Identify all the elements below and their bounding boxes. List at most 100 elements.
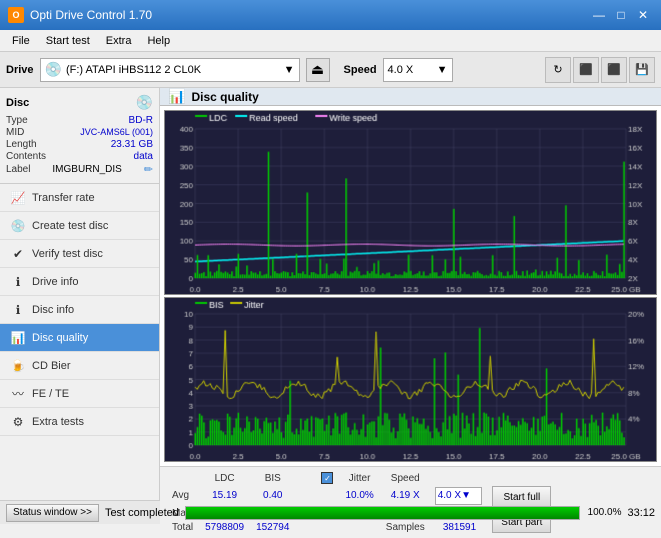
- total-ldc: 5798809: [199, 520, 250, 534]
- nav-label-drive-info: Drive info: [32, 276, 78, 288]
- menu-help[interactable]: Help: [139, 33, 178, 49]
- toolbar-icons: ↻ ⬛ ⬛ 💾: [545, 57, 655, 83]
- speed-select-arrow: ▼: [461, 490, 471, 501]
- create-test-disc-icon: 💿: [10, 218, 26, 234]
- nav-label-extra-tests: Extra tests: [32, 416, 84, 428]
- jitter-checkbox[interactable]: ✓: [315, 471, 339, 485]
- speed-stat-header: Speed: [380, 471, 431, 485]
- settings-button[interactable]: ⬛: [601, 57, 627, 83]
- fe-te-icon: 〰: [10, 386, 26, 402]
- avg-speed: 4.19 X: [380, 485, 431, 506]
- label-value: IMGBURN_DIS: [52, 164, 121, 175]
- total-label: Total: [166, 520, 199, 534]
- transfer-rate-icon: 📈: [10, 190, 26, 206]
- disc-quality-header: 📊 Disc quality: [160, 88, 661, 106]
- ldc-chart: [164, 110, 657, 295]
- speed-value: 4.0 X: [388, 64, 433, 76]
- disc-quality-icon: 📊: [10, 330, 26, 346]
- drive-info-icon: ℹ: [10, 274, 26, 290]
- menu-extra[interactable]: Extra: [98, 33, 140, 49]
- disc-section: Disc 💿 Type BD-R MID JVC-AMS6L (001) Len…: [0, 88, 159, 184]
- nav-create-test-disc[interactable]: 💿 Create test disc: [0, 212, 159, 240]
- avg-label: Avg: [166, 485, 199, 506]
- nav-drive-info[interactable]: ℹ Drive info: [0, 268, 159, 296]
- nav-label-fe-te: FE / TE: [32, 388, 69, 400]
- status-window-button[interactable]: Status window >>: [6, 504, 99, 522]
- progress-percentage: 100.0%: [586, 507, 621, 518]
- extra-tests-icon: ⚙: [10, 414, 26, 430]
- scan-button[interactable]: ⬛: [573, 57, 599, 83]
- speed-select-dropdown[interactable]: 4.0 X ▼: [435, 487, 483, 505]
- nav-disc-quality[interactable]: 📊 Disc quality: [0, 324, 159, 352]
- dq-title: Disc quality: [191, 90, 258, 104]
- eject-button[interactable]: ⏏: [306, 58, 330, 82]
- maximize-button[interactable]: □: [611, 5, 631, 25]
- app-icon: O: [8, 7, 24, 23]
- bis-header: BIS: [250, 471, 295, 485]
- stats-bar: LDC BIS ✓ Jitter Speed Avg 15.19: [160, 466, 661, 538]
- nav-disc-info[interactable]: ℹ Disc info: [0, 296, 159, 324]
- save-button[interactable]: 💾: [629, 57, 655, 83]
- samples-label: Samples: [380, 520, 431, 534]
- dq-icon: 📊: [168, 88, 185, 105]
- nav-cd-bier[interactable]: 🍺 CD Bier: [0, 352, 159, 380]
- menu-start-test[interactable]: Start test: [38, 33, 98, 49]
- stats-table-area: LDC BIS ✓ Jitter Speed Avg 15.19: [166, 471, 655, 534]
- drive-value: (F:) ATAPI iHBS112 2 CL0K: [66, 64, 280, 76]
- refresh-button[interactable]: ↻: [545, 57, 571, 83]
- total-bis: 152794: [250, 520, 295, 534]
- jitter-header: Jitter: [339, 471, 379, 485]
- drive-dropdown[interactable]: 💿 (F:) ATAPI iHBS112 2 CL0K ▼: [40, 58, 300, 82]
- drive-dropdown-arrow: ▼: [284, 64, 295, 76]
- avg-bis: 0.40: [250, 485, 295, 506]
- title-bar: O Opti Drive Control 1.70 — □ ✕: [0, 0, 661, 30]
- minimize-button[interactable]: —: [589, 5, 609, 25]
- progress-bar: [185, 506, 581, 520]
- nav-label-create-test-disc: Create test disc: [32, 220, 108, 232]
- content-area: 📊 Disc quality LDC: [160, 88, 661, 500]
- window-controls: — □ ✕: [589, 5, 653, 25]
- disc-icon: 💿: [136, 94, 153, 111]
- speed-dropdown-arrow: ▼: [437, 64, 448, 76]
- ldc-header: LDC: [199, 471, 250, 485]
- menu-file[interactable]: File: [4, 33, 38, 49]
- avg-ldc: 15.19: [199, 485, 250, 506]
- contents-value: data: [134, 151, 153, 162]
- mid-label: MID: [6, 127, 24, 138]
- disc-info-icon: ℹ: [10, 302, 26, 318]
- status-text: Test completed: [105, 507, 179, 519]
- nav-transfer-rate[interactable]: 📈 Transfer rate: [0, 184, 159, 212]
- mid-value: JVC-AMS6L (001): [80, 127, 153, 138]
- nav-label-cd-bier: CD Bier: [32, 360, 71, 372]
- speed-label: Speed: [344, 64, 377, 76]
- sidebar-nav: 📈 Transfer rate 💿 Create test disc ✔ Ver…: [0, 184, 159, 500]
- menu-bar: File Start test Extra Help: [0, 30, 661, 52]
- avg-jitter: 10.0%: [339, 485, 379, 506]
- verify-test-disc-icon: ✔: [10, 246, 26, 262]
- nav-label-transfer-rate: Transfer rate: [32, 192, 95, 204]
- nav-label-verify-test-disc: Verify test disc: [32, 248, 103, 260]
- drive-label: Drive: [6, 64, 34, 76]
- nav-verify-test-disc[interactable]: ✔ Verify test disc: [0, 240, 159, 268]
- charts-area: [160, 106, 661, 466]
- sidebar: Disc 💿 Type BD-R MID JVC-AMS6L (001) Len…: [0, 88, 160, 500]
- contents-label: Contents: [6, 151, 46, 162]
- disc-title: Disc: [6, 97, 29, 109]
- speed-dropdown[interactable]: 4.0 X ▼: [383, 58, 453, 82]
- length-label: Length: [6, 139, 37, 150]
- cd-bier-icon: 🍺: [10, 358, 26, 374]
- main-layout: Disc 💿 Type BD-R MID JVC-AMS6L (001) Len…: [0, 88, 661, 500]
- drive-bar: Drive 💿 (F:) ATAPI iHBS112 2 CL0K ▼ ⏏ Sp…: [0, 52, 661, 88]
- speed-select-value: 4.0 X: [438, 490, 461, 501]
- elapsed-time: 33:12: [627, 507, 655, 519]
- nav-extra-tests[interactable]: ⚙ Extra tests: [0, 408, 159, 436]
- progress-bar-fill: [186, 507, 580, 519]
- nav-fe-te[interactable]: 〰 FE / TE: [0, 380, 159, 408]
- close-button[interactable]: ✕: [633, 5, 653, 25]
- label-edit-icon[interactable]: ✏: [144, 163, 153, 176]
- samples-value: 381591: [431, 520, 489, 534]
- nav-label-disc-info: Disc info: [32, 304, 74, 316]
- type-label: Type: [6, 115, 28, 126]
- nav-label-disc-quality: Disc quality: [32, 332, 88, 344]
- app-title: Opti Drive Control 1.70: [30, 8, 152, 22]
